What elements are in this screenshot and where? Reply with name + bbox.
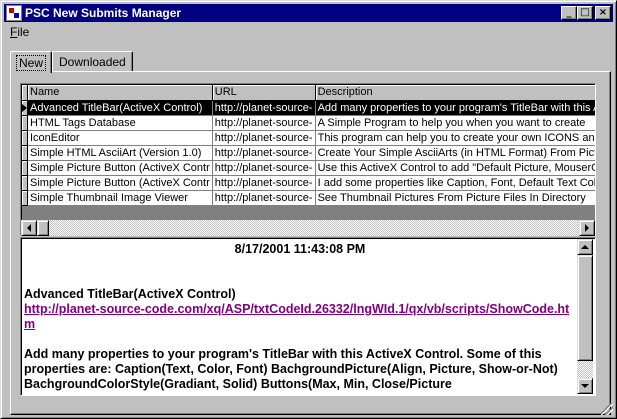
- cell-name[interactable]: Simple Picture Button (ActiveX Contr: [27, 175, 213, 191]
- horizontal-scroll-thumb[interactable]: [37, 220, 49, 236]
- column-header-description[interactable]: Description: [315, 85, 595, 101]
- menu-bar: File: [4, 23, 35, 41]
- arrow-left-icon: [27, 224, 31, 232]
- cell-description[interactable]: I add some properties like Caption, Font…: [315, 175, 595, 191]
- minimize-button[interactable]: _: [561, 6, 577, 20]
- cell-url[interactable]: http://planet-source-: [212, 100, 316, 116]
- tab-downloaded[interactable]: Downloaded: [52, 51, 133, 71]
- table-row[interactable]: Simple Picture Button (ActiveX Contr htt…: [22, 175, 595, 191]
- detail-link[interactable]: http://planet-source-code.com/xq/ASP/txt…: [24, 302, 569, 331]
- cell-name[interactable]: Simple Picture Button (ActiveX Contr: [27, 160, 213, 176]
- cell-name[interactable]: Advanced TitleBar(ActiveX Control): [27, 100, 213, 116]
- main-window: PSC New Submits Manager _ □ × File New D…: [0, 0, 617, 419]
- column-header-url[interactable]: URL: [212, 85, 316, 101]
- table-row[interactable]: IconEditor http://planet-source- This pr…: [22, 130, 595, 146]
- cell-url[interactable]: http://planet-source-: [212, 175, 316, 191]
- grid-horizontal-scrollbar[interactable]: [21, 220, 595, 236]
- detail-pane[interactable]: 8/17/2001 11:43:08 PM Advanced TitleBar(…: [20, 237, 596, 396]
- vertical-scroll-thumb[interactable]: [577, 255, 593, 361]
- cell-url[interactable]: http://planet-source-: [212, 115, 316, 131]
- detail-content: 8/17/2001 11:43:08 PM Advanced TitleBar(…: [24, 241, 576, 395]
- scroll-down-button[interactable]: [577, 378, 593, 394]
- cell-name[interactable]: HTML Tags Database: [27, 115, 213, 131]
- submissions-grid[interactable]: Name URL Description Advanced TitleBar(A…: [20, 83, 596, 236]
- row-selector[interactable]: [22, 100, 28, 116]
- grid-table: Name URL Description Advanced TitleBar(A…: [22, 85, 595, 206]
- table-row[interactable]: Simple Picture Button (ActiveX Contr htt…: [22, 160, 595, 176]
- window-title: PSC New Submits Manager: [25, 6, 182, 20]
- menu-file[interactable]: File: [4, 25, 35, 39]
- detail-title: Advanced TitleBar(ActiveX Control): [24, 287, 236, 301]
- current-row-arrow-icon: [22, 103, 27, 112]
- cell-name[interactable]: Simple HTML AsciiArt (Version 1.0): [27, 145, 213, 161]
- scroll-right-button[interactable]: [579, 220, 595, 236]
- cell-description[interactable]: Create Your Simple AsciiArts (in HTML Fo…: [315, 145, 595, 161]
- cell-url[interactable]: http://planet-source-: [212, 145, 316, 161]
- table-row[interactable]: Simple Thumbnail Image Viewer http://pla…: [22, 190, 595, 206]
- tab-strip: New Downloaded: [10, 49, 133, 73]
- tab-downloaded-label: Downloaded: [59, 54, 126, 69]
- cell-description[interactable]: This program can help you to create your…: [315, 130, 595, 146]
- table-row[interactable]: HTML Tags Database http://planet-source-…: [22, 115, 595, 131]
- column-header-name[interactable]: Name: [27, 85, 213, 101]
- resize-grip-icon[interactable]: [601, 403, 613, 415]
- cell-name[interactable]: IconEditor: [27, 130, 213, 146]
- arrow-down-icon: [581, 384, 589, 388]
- menu-file-rest: ile: [17, 25, 30, 39]
- detail-description: Add many properties to your program's Ti…: [24, 347, 558, 391]
- cell-description[interactable]: A Simple Program to help you when you wa…: [315, 115, 595, 131]
- scroll-left-button[interactable]: [21, 220, 37, 236]
- app-icon[interactable]: [6, 5, 22, 21]
- cell-url[interactable]: http://planet-source-: [212, 130, 316, 146]
- detail-date: 8/17/2001 11:43:08 PM: [234, 242, 366, 256]
- table-row[interactable]: Simple HTML AsciiArt (Version 1.0) http:…: [22, 145, 595, 161]
- maximize-button[interactable]: □: [577, 6, 593, 20]
- cell-description[interactable]: Add many properties to your program's Ti…: [315, 100, 595, 116]
- close-button[interactable]: ×: [595, 6, 611, 20]
- detail-vertical-scrollbar[interactable]: [577, 239, 593, 394]
- tab-new-label: New: [15, 54, 47, 71]
- grid-header-row: Name URL Description: [22, 85, 595, 101]
- cell-url[interactable]: http://planet-source-: [212, 190, 316, 206]
- cell-name[interactable]: Simple Thumbnail Image Viewer: [27, 190, 213, 206]
- cell-url[interactable]: http://planet-source-: [212, 160, 316, 176]
- cell-description[interactable]: See Thumbnail Pictures From Picture File…: [315, 190, 595, 206]
- title-bar[interactable]: PSC New Submits Manager _ □ ×: [4, 4, 613, 22]
- tab-new[interactable]: New: [10, 51, 53, 73]
- arrow-right-icon: [585, 224, 589, 232]
- scroll-up-button[interactable]: [577, 239, 593, 255]
- arrow-up-icon: [581, 245, 589, 249]
- table-row[interactable]: Advanced TitleBar(ActiveX Control) http:…: [22, 100, 595, 116]
- cell-description[interactable]: Use this ActiveX Control to add "Default…: [315, 160, 595, 176]
- window-controls: _ □ ×: [561, 6, 611, 20]
